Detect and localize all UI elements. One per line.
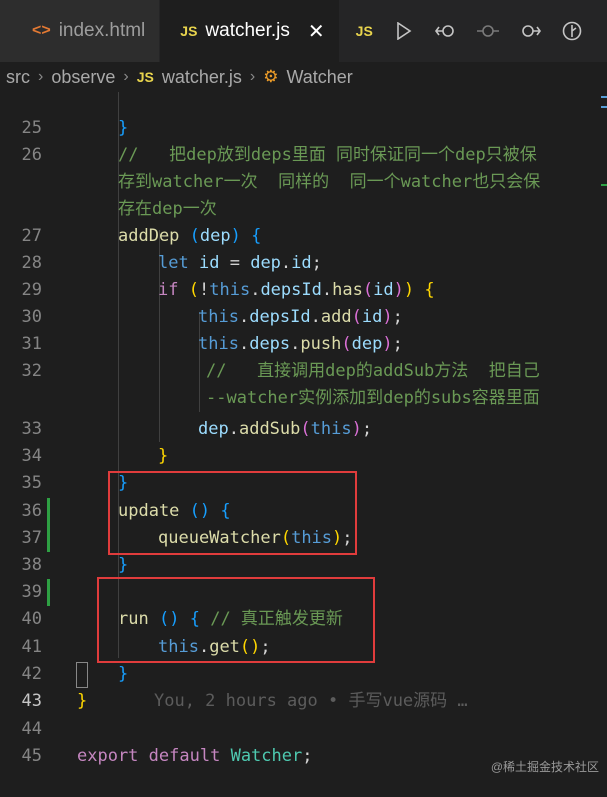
breadcrumb-item-src[interactable]: src (6, 67, 30, 88)
js-icon: JS (136, 69, 154, 85)
code-line-current: 43} You, 2 hours ago • 手写vue源码 … (0, 661, 607, 711)
timeline-icon[interactable] (561, 20, 583, 42)
source-control-icon[interactable] (476, 20, 499, 42)
line-number: 45 (21, 746, 42, 766)
tab-watcher-js[interactable]: JS watcher.js ✕ (160, 0, 340, 62)
code-line: 35} (0, 443, 607, 493)
code-line: 32// 直接调用dep的addSub方法 把自己 (0, 331, 607, 381)
close-icon[interactable]: ✕ (308, 19, 325, 44)
breadcrumb-item-file[interactable]: watcher.js (162, 67, 242, 88)
tab-label: watcher.js (205, 20, 290, 41)
code-line: 26// 把dep放到deps里面 同时保证同一个dep只被保 (0, 115, 607, 165)
go-back-icon[interactable] (434, 20, 457, 42)
code-line: 25} (0, 88, 607, 138)
code-line: 44 (0, 689, 607, 739)
tab-bar: <> index.html JS watcher.js ✕ JS (0, 0, 607, 62)
tab-index-html[interactable]: <> index.html (0, 0, 161, 62)
tab-label: index.html (58, 20, 146, 41)
code-line: 34} (0, 416, 607, 466)
code-editor[interactable]: 25} 26// 把dep放到deps里面 同时保证同一个dep只被保 存到wa… (0, 92, 607, 781)
code-line: 33 dep.addSub(this); (0, 389, 607, 439)
html-icon: <> (32, 22, 51, 39)
code-line: 29 if (!this.depsId.has(id)) { (0, 250, 607, 300)
code-line: 28 let id = dep.id; (0, 223, 607, 273)
chevron-right-icon: › (38, 68, 44, 85)
chevron-right-icon: › (123, 68, 129, 85)
code-line-wrap: 存到watcher一次 同样的 同一个watcher也只会保 (0, 142, 607, 192)
watermark: @稀土掘金技术社区 (490, 760, 599, 774)
breadcrumb-item-class[interactable]: Watcher (286, 67, 352, 88)
code-line: 30 this.depsId.add(id); (0, 277, 607, 327)
split-editor-icon[interactable] (603, 20, 607, 42)
code-line: 27 addDep (dep) { (0, 196, 607, 246)
class-symbol-icon: ⚙ (263, 67, 279, 86)
chevron-right-icon: › (249, 68, 256, 85)
code-line-wrap: --watcher实例添加到dep的subs容器里面 (0, 358, 607, 408)
code-line: 39 (0, 552, 607, 602)
highlight-box-update (108, 471, 357, 555)
js-icon: JS (355, 23, 373, 39)
code-line-wrap: 存在dep一次 (0, 169, 607, 219)
code-line: 31 this.deps.push(dep); (0, 304, 607, 354)
run-icon[interactable] (393, 20, 415, 42)
go-forward-icon[interactable] (519, 20, 541, 42)
bracket-match-highlight (76, 662, 88, 688)
highlight-box-run (97, 577, 375, 663)
code-line: 45 export default Watcher; (0, 716, 607, 766)
editor-toolbar: JS (340, 0, 607, 62)
breadcrumb-item-observe[interactable]: observe (51, 67, 115, 88)
js-icon: JS (180, 23, 198, 39)
